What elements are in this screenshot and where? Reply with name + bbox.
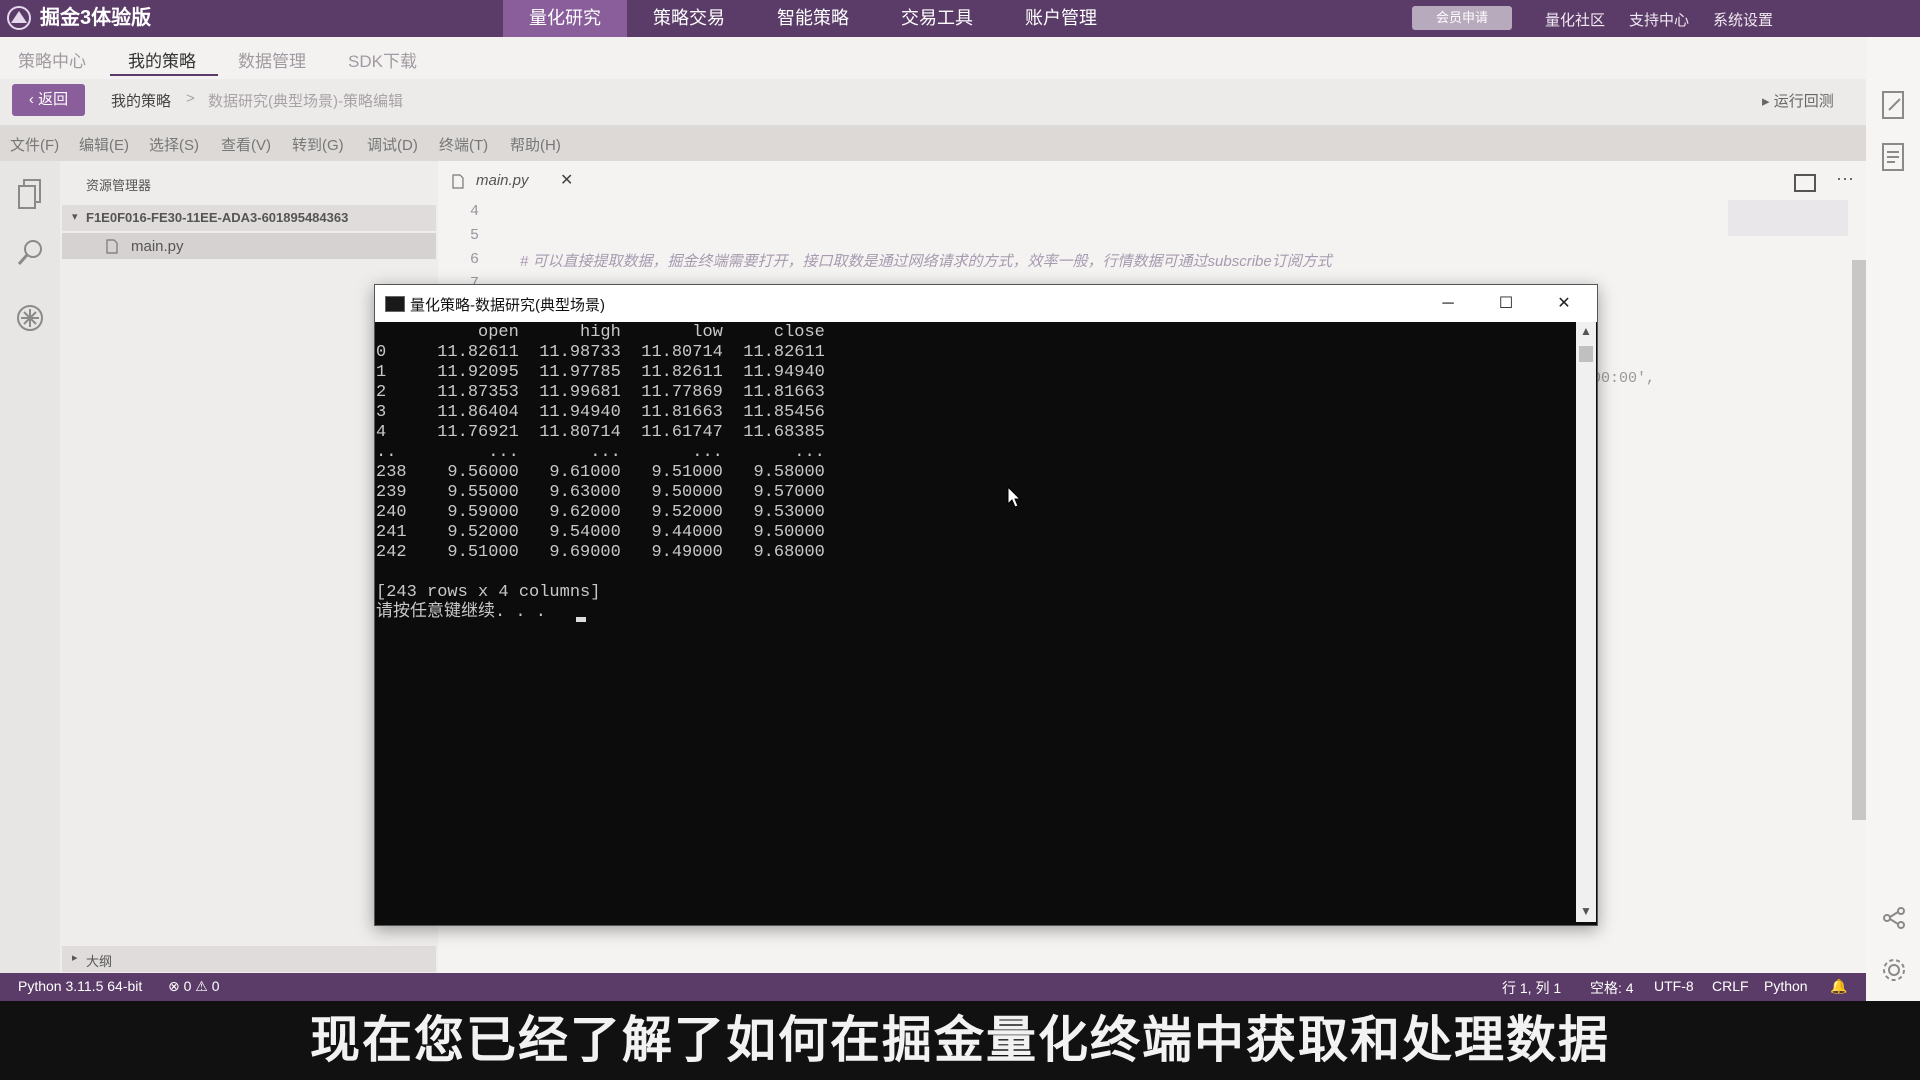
problems-count[interactable]: ⊗ 0 ⚠ 0 — [168, 978, 220, 995]
language-mode[interactable]: Python — [1764, 978, 1808, 994]
editor-scrollbar[interactable] — [1852, 260, 1866, 820]
menu-bar — [0, 125, 1866, 161]
maximize-icon[interactable]: ☐ — [1486, 290, 1526, 318]
console-title: 量化策略-数据研究(典型场景) — [410, 297, 605, 314]
minimap[interactable] — [1728, 200, 1848, 236]
editor-tab-main-py[interactable]: main.py — [476, 172, 529, 189]
nav-trading-tools[interactable]: 交易工具 — [875, 0, 999, 37]
link-quant-community[interactable]: 量化社区 — [1545, 9, 1605, 30]
chevron-left-icon: ‹ — [28, 91, 39, 108]
chevron-down-icon: ▾ — [72, 211, 78, 223]
back-label: 返回 — [38, 91, 69, 108]
run-backtest-button[interactable]: ▸ 运行回测 — [1762, 90, 1834, 111]
link-system-settings[interactable]: 系统设置 — [1713, 9, 1773, 30]
run-backtest-label: 运行回测 — [1773, 93, 1834, 110]
share-icon[interactable] — [1880, 904, 1908, 932]
play-icon: ▸ — [1762, 93, 1774, 110]
tab-file-icon — [452, 174, 464, 189]
file-row-main-py[interactable] — [62, 233, 436, 259]
menu-edit[interactable]: 编辑(E) — [79, 134, 129, 155]
menu-goto[interactable]: 转到(G) — [292, 134, 344, 155]
menu-select[interactable]: 选择(S) — [149, 134, 199, 155]
subtab-data-management[interactable]: 数据管理 — [238, 47, 306, 72]
subtab-my-strategy[interactable]: 我的策略 — [128, 47, 196, 72]
subtab-strategy-center[interactable]: 策略中心 — [18, 47, 86, 72]
scroll-down-icon[interactable]: ▼ — [1580, 904, 1592, 918]
mouse-pointer-icon — [1007, 486, 1022, 508]
file-icon — [106, 239, 118, 254]
app-logo-icon — [7, 6, 31, 30]
file-encoding[interactable]: UTF-8 — [1654, 978, 1694, 994]
menu-file[interactable]: 文件(F) — [10, 134, 59, 155]
more-actions-icon[interactable]: ··· — [1836, 168, 1854, 189]
minimize-icon[interactable]: ─ — [1428, 290, 1468, 318]
right-rail — [1866, 37, 1920, 1001]
subtab-sdk-download[interactable]: SDK下载 — [348, 47, 417, 72]
edit-doc-icon[interactable] — [1880, 90, 1908, 120]
line-number: 6 — [470, 251, 480, 268]
nav-account-management[interactable]: 账户管理 — [999, 0, 1123, 37]
vip-apply-button[interactable]: 会员申请 — [1412, 6, 1512, 30]
menu-debug[interactable]: 调试(D) — [367, 134, 418, 155]
nav-quant-research[interactable]: 量化研究 — [503, 0, 627, 37]
code-comment-line: # 可以直接提取数据，掘金终端需要打开，接口取数是通过网络请求的方式，效率一般，… — [520, 253, 1332, 270]
nav-strategy-trading[interactable]: 策略交易 — [627, 0, 751, 37]
scroll-up-icon[interactable]: ▲ — [1580, 324, 1592, 338]
active-tab-underline — [110, 74, 218, 76]
console-cursor — [576, 617, 586, 622]
settings-gear-icon[interactable] — [1880, 956, 1908, 984]
debug-icon[interactable] — [14, 302, 46, 334]
console-scrollbar[interactable] — [1576, 322, 1596, 922]
line-number: 4 — [470, 203, 480, 220]
breadcrumb-separator: > — [186, 90, 195, 107]
outline-label: 大纲 — [86, 954, 113, 969]
activity-bar — [0, 161, 60, 973]
console-app-icon — [385, 296, 405, 312]
indent-spaces[interactable]: 空格: 4 — [1590, 978, 1634, 998]
bell-icon[interactable]: 🔔 — [1830, 978, 1847, 995]
files-icon[interactable] — [16, 178, 44, 210]
code-fragment: 00:00', — [1592, 370, 1656, 387]
folder-name: F1E0F016-FE30-11EE-ADA3-601895484363 — [86, 210, 349, 225]
window-close-icon[interactable]: ✕ — [1544, 290, 1584, 318]
outline-row[interactable] — [62, 946, 436, 972]
file-name: main.py — [131, 238, 184, 255]
menu-terminal[interactable]: 终端(T) — [439, 134, 488, 155]
line-number: 5 — [470, 227, 480, 244]
breadcrumb-current: 数据研究(典型场景)-策略编辑 — [208, 93, 403, 110]
console-scroll-thumb[interactable] — [1579, 346, 1593, 362]
chevron-right-icon: ▸ — [72, 952, 78, 964]
video-caption: 现在您已经了解了如何在掘金量化终端中获取和处理数据 — [310, 1012, 1610, 1068]
status-bar — [0, 973, 1866, 1001]
back-button[interactable]: ‹ 返回 — [12, 84, 85, 116]
menu-help[interactable]: 帮助(H) — [510, 134, 561, 155]
app-title: 掘金3体验版 — [40, 7, 152, 29]
nav-smart-strategy[interactable]: 智能策略 — [751, 0, 875, 37]
line-ending[interactable]: CRLF — [1712, 978, 1749, 994]
split-editor-icon[interactable] — [1794, 174, 1816, 192]
close-icon[interactable]: ✕ — [560, 170, 573, 190]
breadcrumb-my-strategy[interactable]: 我的策略 — [111, 90, 171, 111]
menu-view[interactable]: 查看(V) — [221, 134, 271, 155]
cursor-position[interactable]: 行 1, 列 1 — [1502, 978, 1561, 998]
log-doc-icon[interactable] — [1880, 142, 1908, 172]
search-icon[interactable] — [16, 238, 46, 268]
console-output: open high low close 0 11.82611 11.98733 … — [376, 323, 825, 622]
link-support-center[interactable]: 支持中心 — [1629, 9, 1689, 30]
python-interpreter[interactable]: Python 3.11.5 64-bit — [18, 978, 142, 994]
explorer-title: 资源管理器 — [86, 178, 152, 193]
